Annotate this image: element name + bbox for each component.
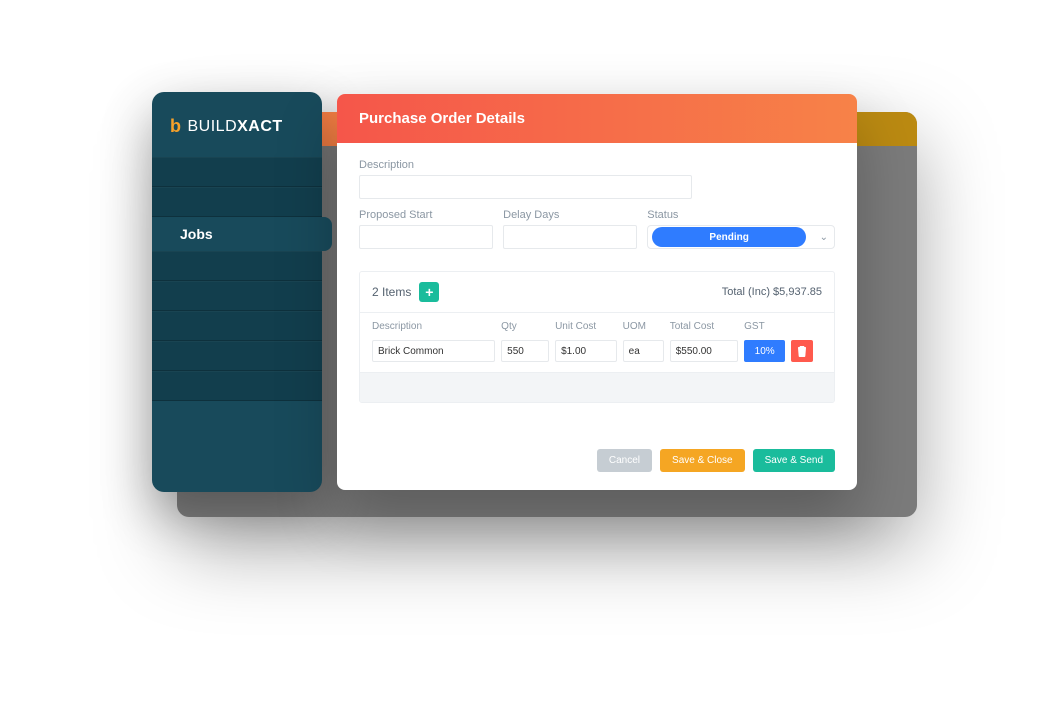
sidebar-item-label: Jobs xyxy=(180,226,213,242)
row-total-cost-input[interactable] xyxy=(670,340,738,362)
sidebar-item[interactable] xyxy=(152,187,322,217)
status-pill: Pending xyxy=(652,227,806,247)
brand-b: b xyxy=(170,116,182,137)
label-delay-days: Delay Days xyxy=(503,209,637,221)
modal-footer: Cancel Save & Close Save & Send xyxy=(337,421,857,490)
row-qty-input[interactable] xyxy=(501,340,549,362)
brand-build: BUILD xyxy=(188,118,238,135)
items-table-footer xyxy=(360,372,834,402)
sidebar-item[interactable] xyxy=(152,311,322,341)
save-close-button[interactable]: Save & Close xyxy=(660,449,745,472)
col-unit-cost: Unit Cost xyxy=(555,321,617,332)
row-description-input[interactable] xyxy=(372,340,495,362)
trash-icon xyxy=(797,345,807,357)
modal-title: Purchase Order Details xyxy=(337,94,857,143)
description-input[interactable] xyxy=(359,175,692,199)
sidebar-item[interactable] xyxy=(152,371,322,401)
status-select[interactable]: Pending ⌄ xyxy=(647,225,835,249)
row-uom-input[interactable] xyxy=(623,340,664,362)
label-proposed-start: Proposed Start xyxy=(359,209,493,221)
purchase-order-modal: Purchase Order Details Description Propo… xyxy=(337,94,857,490)
col-gst: GST xyxy=(744,321,785,332)
label-status: Status xyxy=(647,209,835,221)
save-send-button[interactable]: Save & Send xyxy=(753,449,835,472)
col-uom: UOM xyxy=(623,321,664,332)
delay-days-input[interactable] xyxy=(503,225,637,249)
table-row: 10% xyxy=(360,336,834,372)
sidebar-item[interactable] xyxy=(152,281,322,311)
col-total-cost: Total Cost xyxy=(670,321,738,332)
cancel-button[interactable]: Cancel xyxy=(597,449,652,472)
sidebar-item[interactable] xyxy=(152,251,322,281)
proposed-start-input[interactable] xyxy=(359,225,493,249)
items-table-header: Description Qty Unit Cost UOM Total Cost… xyxy=(360,312,834,336)
row-delete-button[interactable] xyxy=(791,340,813,362)
label-description: Description xyxy=(359,159,835,171)
plus-icon: + xyxy=(425,285,433,299)
brand-logo: b BUILDXACT xyxy=(152,92,322,157)
items-total: Total (Inc) $5,937.85 xyxy=(722,286,822,298)
items-count: 2 Items xyxy=(372,285,411,299)
col-description: Description xyxy=(372,321,495,332)
sidebar-item[interactable] xyxy=(152,341,322,371)
chevron-down-icon: ⌄ xyxy=(820,232,828,243)
col-qty: Qty xyxy=(501,321,549,332)
sidebar-item-jobs[interactable]: Jobs xyxy=(152,217,322,251)
items-panel: 2 Items + Total (Inc) $5,937.85 Descript… xyxy=(359,271,835,403)
sidebar: b BUILDXACT Jobs xyxy=(152,92,322,492)
sidebar-item[interactable] xyxy=(152,157,322,187)
row-gst-chip[interactable]: 10% xyxy=(744,340,785,362)
add-item-button[interactable]: + xyxy=(419,282,439,302)
brand-xact: XACT xyxy=(237,118,283,135)
row-unit-cost-input[interactable] xyxy=(555,340,617,362)
